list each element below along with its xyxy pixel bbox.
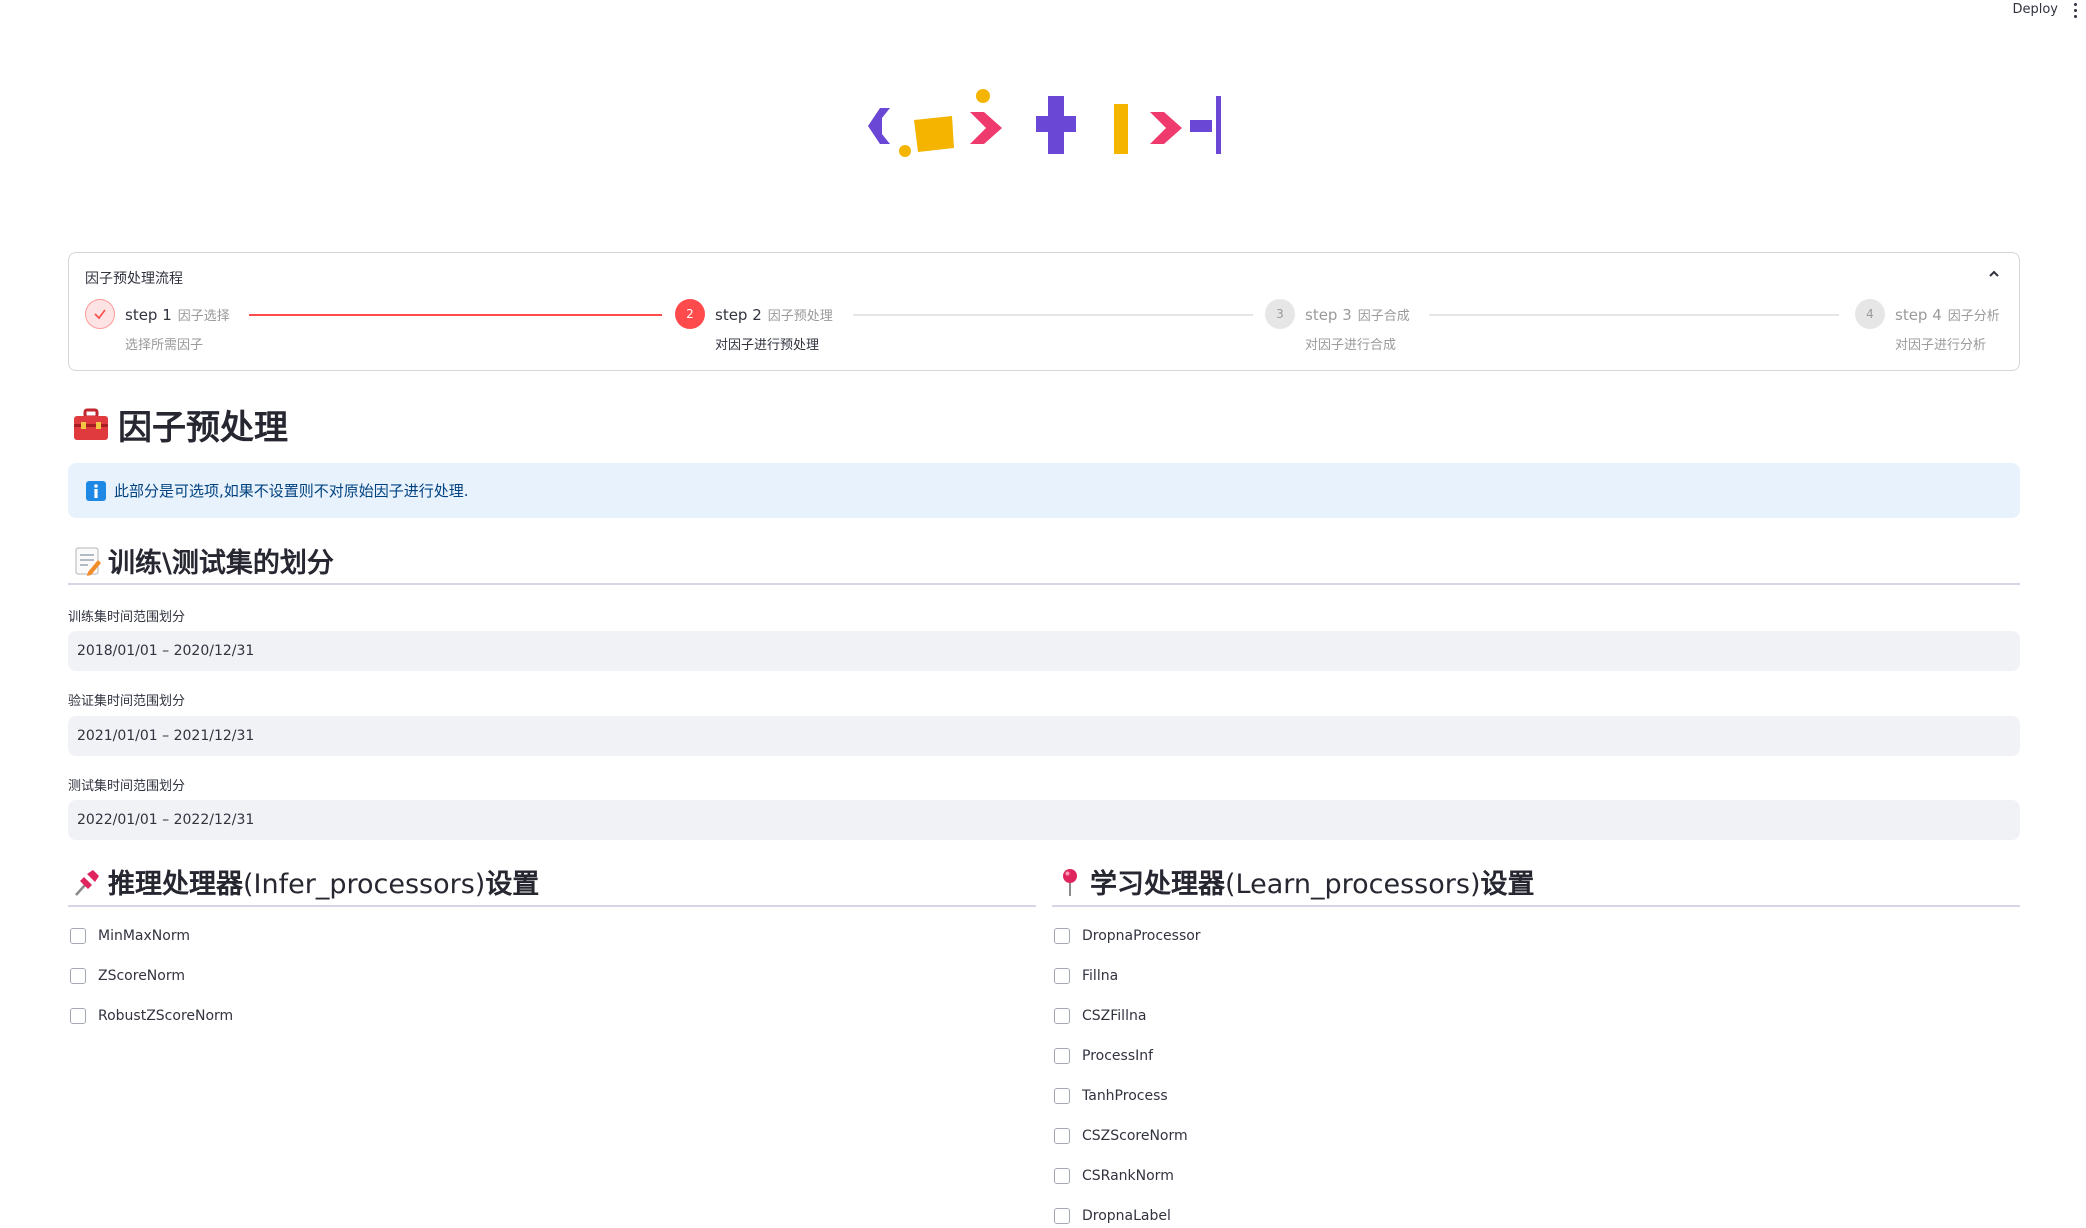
step-4-number: 4 [1855,299,1885,329]
step-4-title: step 4 因子分析 [1895,306,2000,324]
checkbox-box[interactable] [1054,1088,1070,1104]
checkbox-label: ZScoreNorm [98,968,185,984]
checkbox-box[interactable] [70,1008,86,1024]
checkbox-box[interactable] [1054,928,1070,944]
info-icon [86,480,106,501]
checkbox-cszfillna[interactable]: CSZFillna [1054,1008,1146,1024]
step-connector-2 [853,314,1253,316]
split-section-divider [68,583,2020,585]
checkbox-box[interactable] [70,928,86,944]
step-1-title: step 1 因子选择 [125,306,230,324]
checkbox-minmaxnorm[interactable]: MinMaxNorm [70,928,190,944]
checkbox-processinf[interactable]: ProcessInf [1054,1048,1153,1064]
valid-range-label: 验证集时间范围划分 [68,694,186,709]
checkbox-cszscorenorm[interactable]: CSZScoreNorm [1054,1128,1188,1144]
step-3-number: 3 [1265,299,1295,329]
check-icon [85,299,115,329]
checkbox-box[interactable] [1054,1048,1070,1064]
step-2-number: 2 [675,299,705,329]
top-bar: Deploy [0,0,2086,24]
step-2-desc: 对因子进行预处理 [715,338,820,353]
checkbox-label: DropnaProcessor [1082,928,1201,944]
test-range-label: 测试集时间范围划分 [68,779,186,794]
checkbox-label: MinMaxNorm [98,928,190,944]
pushpin-icon [75,869,99,896]
deploy-button[interactable]: Deploy [2012,2,2058,17]
step-connector-3 [1429,314,1839,316]
checkbox-box[interactable] [70,968,86,984]
step-1-desc: 选择所需因子 [125,338,204,353]
checkbox-label: RobustZScoreNorm [98,1008,234,1024]
checkbox-label: DropnaLabel [1082,1208,1171,1224]
checkbox-box[interactable] [1054,1008,1070,1024]
infer-section-title: 推理处理器(Infer_processors)设置 [108,869,540,900]
page-title: 因子预处理 [72,400,288,449]
toolbox-icon [74,408,108,440]
checkbox-label: CSRankNorm [1082,1168,1174,1184]
main-menu-icon[interactable] [2072,3,2078,18]
step-2-title: step 2 因子预处理 [715,306,833,324]
train-range-input[interactable]: 2018/01/01 – 2020/12/31 [68,631,2020,671]
checkbox-box[interactable] [1054,1208,1070,1224]
checkbox-box[interactable] [1054,1168,1070,1184]
learn-section-title: 学习处理器(Learn_processors)设置 [1090,869,1535,900]
split-section-heading: 训练\测试集的划分 [74,541,334,580]
page-title-text: 因子预处理 [118,408,288,448]
valid-range-input[interactable]: 2021/01/01 – 2021/12/31 [68,716,2020,756]
checkbox-zscorenorm[interactable]: ZScoreNorm [70,968,185,984]
checkbox-label: Fillna [1082,968,1119,984]
infer-section-heading: 推理处理器(Infer_processors)设置 [72,862,539,901]
checkbox-dropnaprocessor[interactable]: DropnaProcessor [1054,928,1201,944]
checkbox-label: CSZFillna [1082,1008,1147,1024]
step-3-desc: 对因子进行合成 [1305,338,1397,353]
train-range-label: 训练集时间范围划分 [68,610,186,625]
checkbox-csranknorm[interactable]: CSRankNorm [1054,1168,1174,1184]
checkbox-robustzscorenorm[interactable]: RobustZScoreNorm [70,1008,233,1024]
memo-icon [75,547,101,576]
test-range-input[interactable]: 2022/01/01 – 2022/12/31 [68,800,2020,840]
info-text: 此部分是可选项,如果不设置则不对原始因子进行处理. [114,482,469,500]
checkbox-dropnalabel[interactable]: DropnaLabel [1054,1208,1171,1224]
stepper-title: 因子预处理流程 [85,271,183,287]
checkbox-label: TanhProcess [1082,1088,1168,1104]
app-logo [868,89,1221,157]
process-stepper: 因子预处理流程 step 1 因子选择 选择所需因子 2 step 2 因子预处理 … [68,252,2020,371]
info-alert: 此部分是可选项,如果不设置则不对原始因子进行处理. [68,463,2020,518]
step-connector-1 [249,314,662,316]
infer-section-divider [68,905,1036,907]
step-3-title: step 3 因子合成 [1305,306,1410,324]
checkbox-fillna[interactable]: Fillna [1054,968,1118,984]
step-4-desc: 对因子进行分析 [1895,338,1987,353]
learn-section-divider [1052,905,2020,907]
checkbox-box[interactable] [1054,1128,1070,1144]
checkbox-tanhprocess[interactable]: TanhProcess [1054,1088,1168,1104]
split-section-title: 训练\测试集的划分 [108,548,334,579]
round-pushpin-icon [1063,868,1077,896]
checkbox-label: CSZScoreNorm [1082,1128,1188,1144]
checkbox-label: ProcessInf [1082,1048,1154,1064]
chevron-up-icon[interactable] [1987,267,2001,281]
checkbox-box[interactable] [1054,968,1070,984]
learn-section-heading: 学习处理器(Learn_processors)设置 [1056,862,1534,901]
